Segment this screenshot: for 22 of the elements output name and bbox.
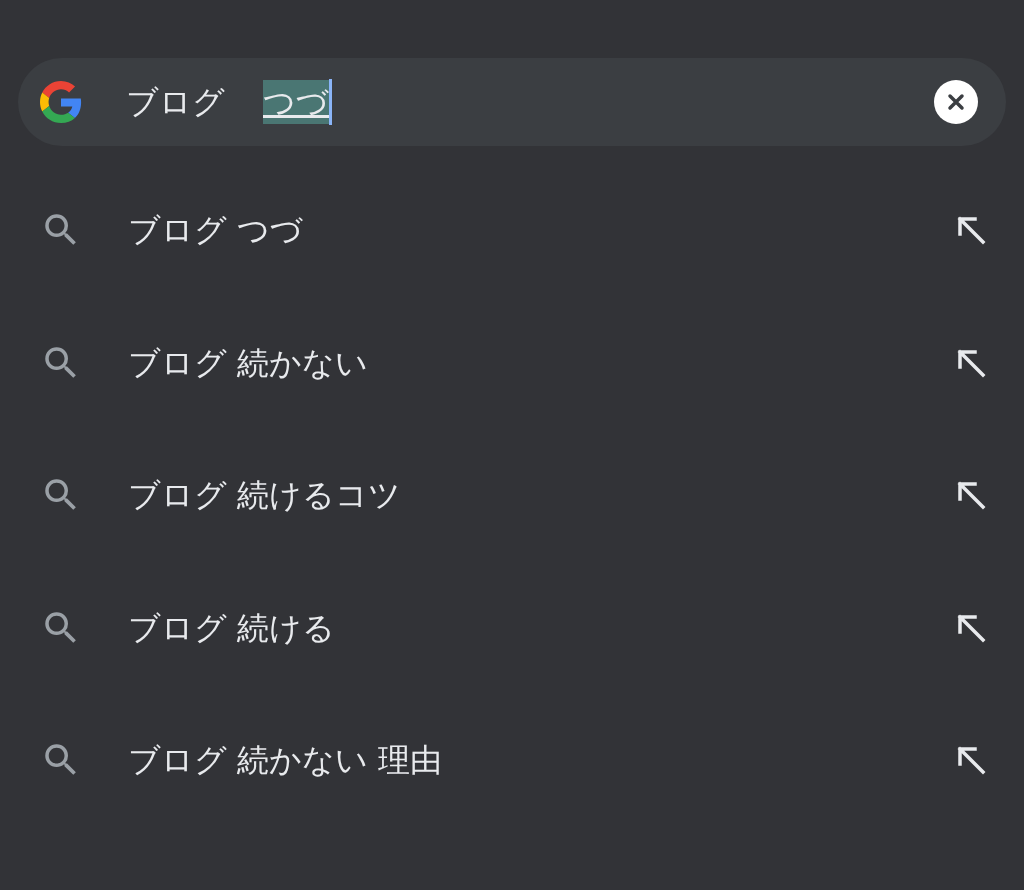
fill-query-arrow-icon[interactable]: [956, 480, 986, 511]
suggestion-item[interactable]: ブログ 続けるコツ: [0, 429, 1024, 562]
suggestion-item[interactable]: ブログ つづ: [0, 164, 1024, 297]
suggestion-text: ブログ 続かない 理由: [128, 740, 443, 782]
suggestion-text: ブログ 続ける: [128, 607, 336, 649]
search-field[interactable]: ブログ つづ: [18, 58, 1006, 146]
close-icon: [946, 92, 966, 112]
suggestion-text: ブログ 続けるコツ: [128, 475, 402, 517]
suggestion-item[interactable]: ブログ 続かない: [0, 296, 1024, 429]
fill-query-arrow-icon[interactable]: [956, 612, 986, 643]
fill-query-arrow-icon[interactable]: [956, 347, 986, 378]
clear-button[interactable]: [934, 80, 978, 124]
fill-query-arrow-icon[interactable]: [956, 215, 986, 246]
suggestion-item[interactable]: ブログ 続ける: [0, 561, 1024, 694]
suggestion-item[interactable]: ブログ 続かない 理由: [0, 694, 1024, 827]
composing-text: つづ: [263, 80, 329, 124]
google-logo-icon: [40, 81, 82, 123]
text-cursor: [329, 79, 332, 125]
fill-query-arrow-icon[interactable]: [956, 745, 986, 776]
suggestion-text: ブログ 続かない: [128, 342, 369, 384]
suggestion-text: ブログ つづ: [128, 210, 304, 252]
search-text: ブログ: [126, 82, 225, 123]
